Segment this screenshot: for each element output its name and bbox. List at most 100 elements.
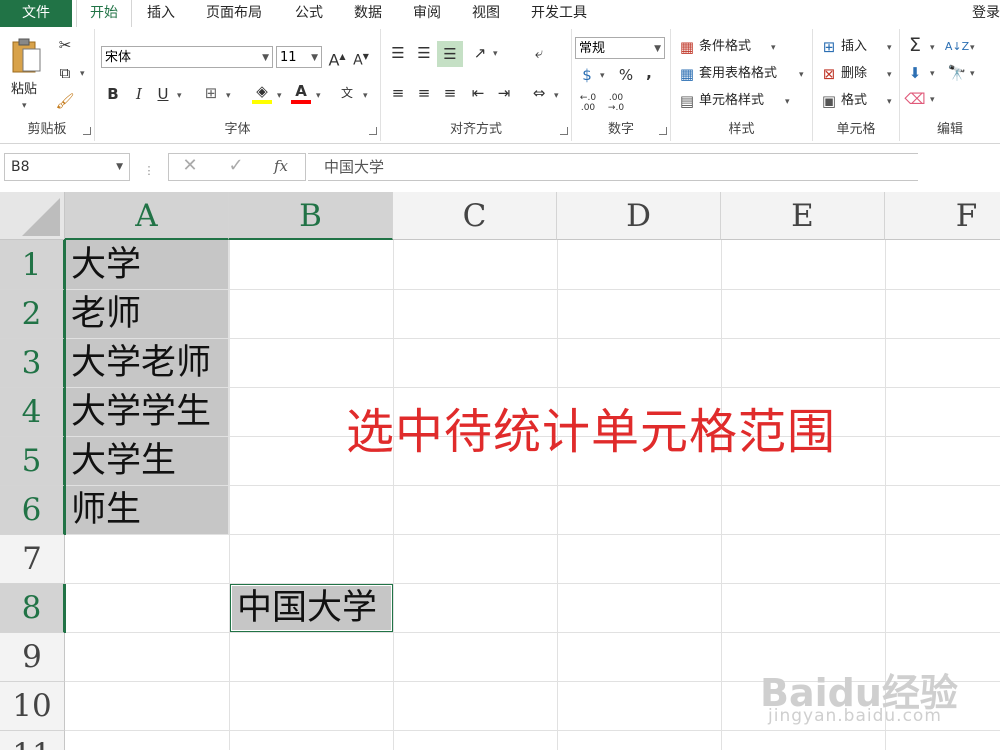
sort-dropdown-icon[interactable]: ▾ — [970, 43, 975, 53]
insert-cells-button[interactable]: ⊞ 插入 ▾ — [819, 37, 897, 59]
font-name-select[interactable]: 宋体 ▼ — [101, 46, 273, 68]
format-as-table-button[interactable]: ▦ 套用表格格式 ▾ — [677, 64, 809, 86]
login-link[interactable]: 登录 — [972, 0, 1000, 27]
ribbon-tab-bar: 文件 开始 插入 页面布局 公式 数据 审阅 视图 开发工具 登录 — [0, 0, 1000, 28]
cell-a2[interactable]: 老师 — [65, 290, 229, 339]
orientation-dropdown-icon[interactable]: ▾ — [493, 49, 498, 59]
table-icon: ▦ — [679, 65, 695, 83]
tab-file[interactable]: 文件 — [0, 0, 72, 27]
alignment-launcher-icon[interactable] — [560, 127, 568, 135]
font-color-button[interactable]: A — [289, 81, 313, 107]
font-size-select[interactable]: 11 ▼ — [276, 46, 322, 68]
tab-view[interactable]: 视图 — [472, 0, 500, 27]
fill-down-icon[interactable]: ⬇ — [904, 63, 926, 83]
ribbon: 粘贴 ▾ ✂ ⧉ ▾ 🖌 剪贴板 宋体 ▼ 11 ▼ A▲ A▼ B I U ▾ ⊞… — [0, 27, 1000, 144]
autosum-button[interactable]: Σ — [904, 35, 926, 55]
wrap-text-icon[interactable]: ⤶ — [527, 43, 551, 63]
cell-a6[interactable]: 师生 — [65, 486, 229, 535]
find-dropdown-icon[interactable]: ▾ — [970, 69, 975, 79]
tab-review[interactable]: 审阅 — [413, 0, 441, 27]
underline-button[interactable]: U — [153, 84, 173, 104]
name-box[interactable]: B8 ▼ — [4, 153, 130, 181]
decrease-font-icon[interactable]: A▼ — [351, 47, 371, 71]
chevron-down-icon: ▾ — [771, 43, 776, 53]
format-cells-button[interactable]: ▣ 格式 ▾ — [819, 91, 897, 113]
cell-styles-icon: ▤ — [679, 92, 695, 110]
number-format-select[interactable]: 常规 ▼ — [575, 37, 665, 59]
font-color-dropdown-icon[interactable]: ▾ — [316, 91, 321, 101]
tab-developer[interactable]: 开发工具 — [531, 0, 587, 27]
increase-indent-icon[interactable]: ⇥ — [493, 83, 515, 103]
eraser-icon[interactable]: ⌫ — [904, 89, 926, 109]
tab-insert[interactable]: 插入 — [147, 0, 175, 27]
tab-data[interactable]: 数据 — [354, 0, 382, 27]
copy-dropdown-icon[interactable]: ▾ — [80, 69, 85, 79]
orientation-icon[interactable]: ↗ — [469, 43, 491, 63]
tab-formulas[interactable]: 公式 — [295, 0, 323, 27]
paste-dropdown-icon[interactable]: ▾ — [22, 101, 27, 111]
cut-icon[interactable]: ✂ — [54, 35, 76, 55]
italic-button[interactable]: I — [129, 84, 149, 104]
tab-page-layout[interactable]: 页面布局 — [206, 0, 262, 27]
format-cells-label: 格式 — [841, 93, 868, 108]
sort-filter-icon[interactable]: A↓Z — [944, 37, 970, 57]
fill-dropdown-icon[interactable]: ▾ — [930, 69, 935, 79]
underline-dropdown-icon[interactable]: ▾ — [177, 91, 182, 101]
delete-cells-button[interactable]: ⊠ 删除 ▾ — [819, 64, 897, 86]
align-bottom-icon[interactable]: ☰ — [437, 41, 463, 67]
align-middle-icon[interactable]: ☰ — [413, 43, 435, 63]
cell-a3[interactable]: 大学老师 — [65, 339, 229, 388]
insert-function-button[interactable]: fx — [269, 156, 293, 176]
phonetic-dropdown-icon[interactable]: ▾ — [363, 91, 368, 101]
cell-a5[interactable]: 大学生 — [65, 437, 229, 486]
selection-range-border — [64, 239, 66, 535]
tab-home[interactable]: 开始 — [76, 0, 132, 28]
more-options-icon[interactable]: ⋮ — [142, 161, 156, 181]
fill-dropdown-icon[interactable]: ▾ — [277, 91, 282, 101]
paste-button[interactable]: 粘贴 ▾ — [6, 35, 46, 115]
align-left-icon[interactable]: ≡ — [387, 83, 409, 103]
clipboard-group-label: 剪贴板 — [27, 122, 67, 137]
phonetic-icon[interactable]: 文 — [335, 83, 359, 103]
fill-color-button[interactable]: ◈ — [250, 81, 274, 107]
worksheet-grid: A B C D E F 1 2 3 4 5 6 7 8 9 10 11 — [0, 192, 1000, 750]
merge-dropdown-icon[interactable]: ▾ — [554, 91, 559, 101]
cell-styles-button[interactable]: ▤ 单元格样式 ▾ — [677, 91, 807, 113]
find-select-icon[interactable]: 🔭 — [944, 63, 970, 83]
conditional-formatting-button[interactable]: ▦ 条件格式 ▾ — [677, 37, 807, 59]
font-launcher-icon[interactable] — [369, 127, 377, 135]
clear-dropdown-icon[interactable]: ▾ — [930, 95, 935, 105]
formula-input[interactable]: 中国大学 — [308, 153, 918, 181]
comma-button[interactable]: , — [642, 63, 656, 83]
currency-dropdown-icon[interactable]: ▾ — [600, 71, 605, 81]
conditional-format-label: 条件格式 — [699, 39, 752, 54]
bold-button[interactable]: B — [103, 84, 123, 104]
cell-a1[interactable]: 大学 — [65, 240, 229, 290]
cell-b8[interactable]: 中国大学 — [230, 584, 393, 632]
number-launcher-icon[interactable] — [659, 127, 667, 135]
border-icon[interactable]: ⊞ — [200, 83, 222, 103]
clipboard-launcher-icon[interactable] — [83, 127, 91, 135]
align-top-icon[interactable]: ☰ — [387, 43, 409, 63]
autosum-dropdown-icon[interactable]: ▾ — [930, 43, 935, 53]
copy-icon[interactable]: ⧉ — [54, 63, 76, 83]
percent-button[interactable]: % — [616, 65, 636, 85]
border-dropdown-icon[interactable]: ▾ — [226, 91, 231, 101]
increase-font-icon[interactable]: A▲ — [327, 47, 347, 70]
merge-center-icon[interactable]: ⇔ — [527, 83, 551, 103]
currency-icon[interactable]: $ — [576, 65, 598, 85]
formula-tools: ✕ ✓ fx — [168, 153, 306, 181]
decrease-indent-icon[interactable]: ⇤ — [467, 83, 489, 103]
cell-a4[interactable]: 大学学生 — [65, 388, 229, 437]
decrease-decimal-icon[interactable]: .00 →.0 — [604, 93, 628, 113]
confirm-icon[interactable]: ✓ — [225, 156, 247, 176]
cell-styles-label: 单元格样式 — [699, 93, 765, 108]
chevron-down-icon: ▾ — [887, 43, 892, 53]
increase-decimal-icon[interactable]: ←.0.00 — [576, 93, 600, 113]
format-painter-icon[interactable]: 🖌 — [54, 91, 76, 111]
cancel-icon[interactable]: ✕ — [179, 156, 201, 176]
clipboard-group: 粘贴 ▾ ✂ ⧉ ▾ 🖌 剪贴板 — [0, 29, 95, 141]
align-center-icon[interactable]: ≡ — [413, 83, 435, 103]
align-right-icon[interactable]: ≡ — [439, 83, 461, 103]
font-name-value: 宋体 — [105, 50, 132, 65]
